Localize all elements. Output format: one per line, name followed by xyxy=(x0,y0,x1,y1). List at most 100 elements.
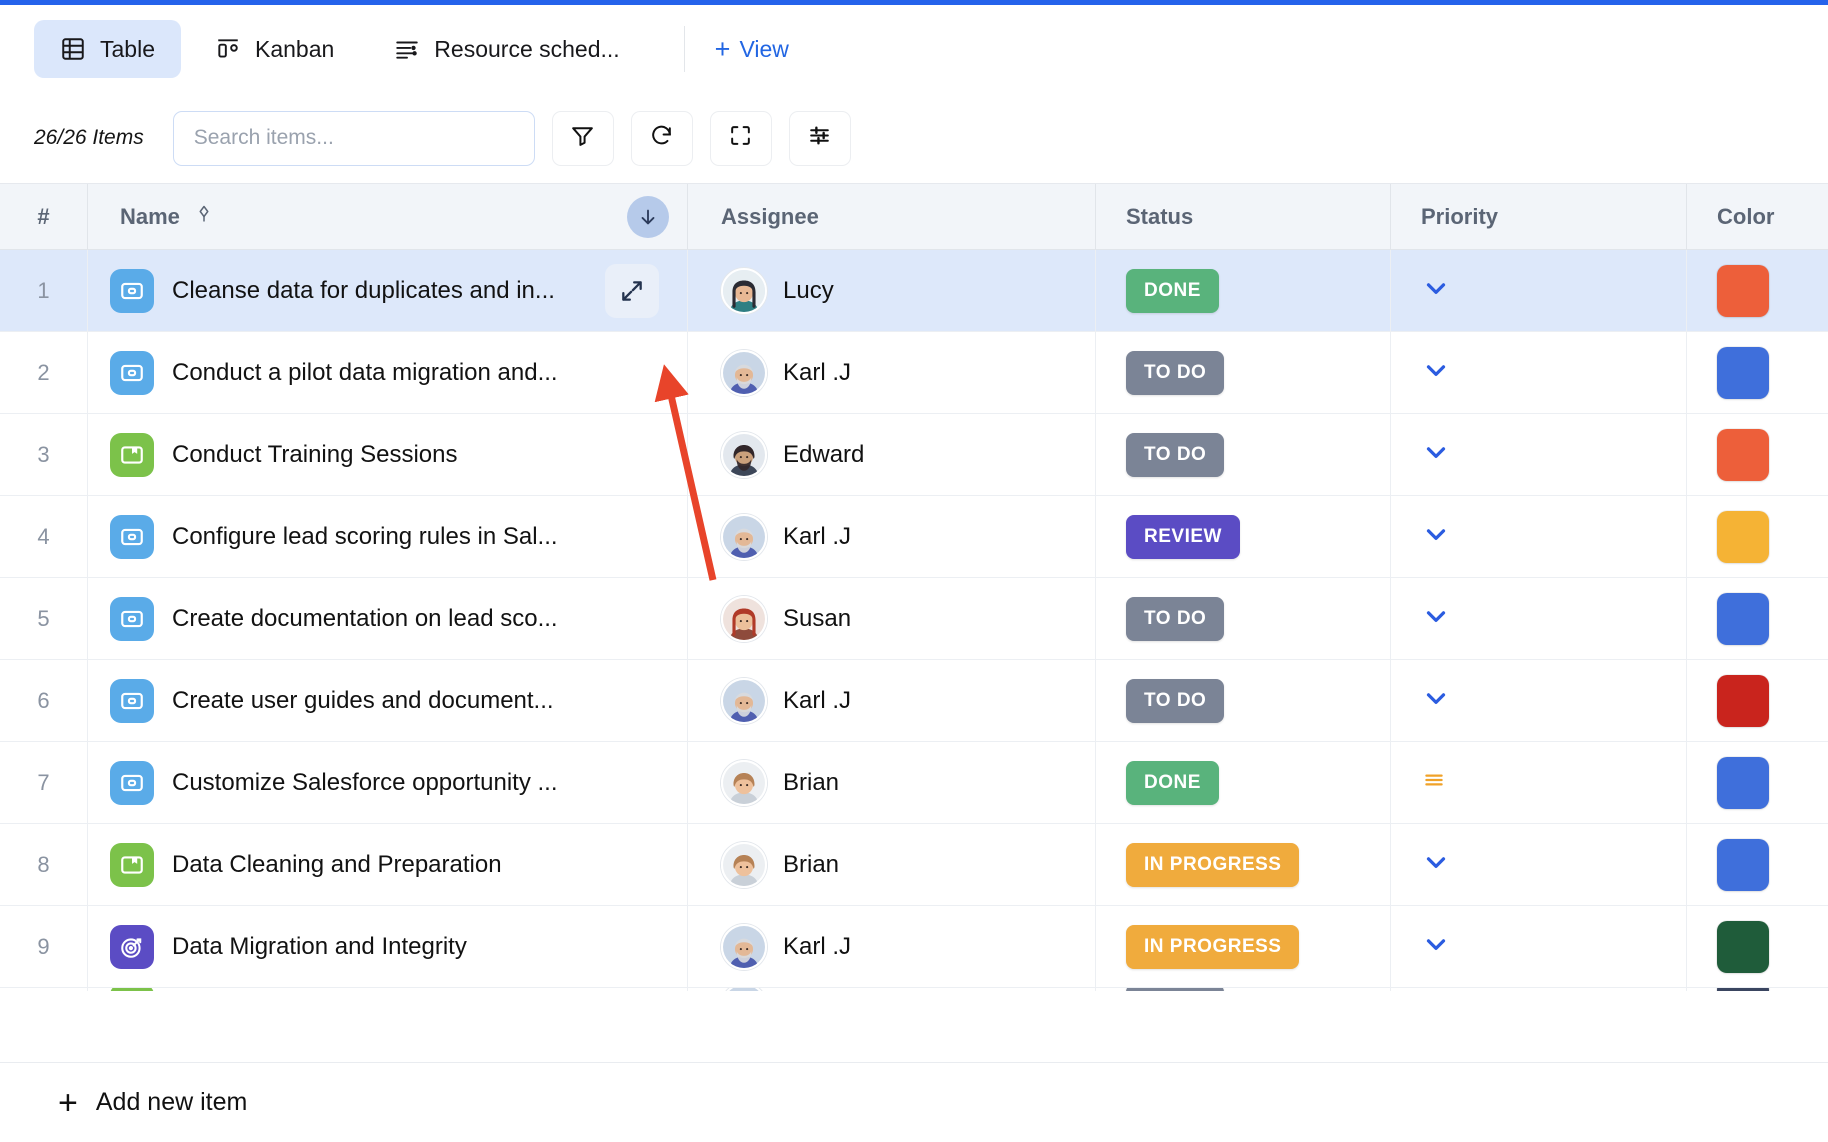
row-name-cell[interactable]: Conduct a pilot data migration and... xyxy=(88,332,688,413)
status-badge[interactable]: TO DO xyxy=(1126,679,1224,723)
tab-kanban[interactable]: Kanban xyxy=(189,20,360,78)
row-color-cell[interactable] xyxy=(1687,250,1828,331)
color-swatch[interactable] xyxy=(1717,988,1769,991)
priority-medium-icon[interactable] xyxy=(1421,767,1447,798)
column-header-number[interactable]: # xyxy=(0,184,88,249)
color-swatch[interactable] xyxy=(1717,511,1769,563)
row-priority-cell[interactable] xyxy=(1391,496,1687,577)
column-header-priority[interactable]: Priority xyxy=(1391,184,1687,249)
column-header-name[interactable]: Name xyxy=(88,184,688,249)
priority-low-icon[interactable] xyxy=(1421,601,1451,636)
row-assignee-cell[interactable]: Karl .J xyxy=(688,332,1096,413)
row-name-cell[interactable]: Data Cleaning and Preparation xyxy=(88,824,688,905)
table-row[interactable]: 3 Conduct Training Sessions Edward TO DO xyxy=(0,414,1828,496)
table-row[interactable]: 6 Create user guides and document... Kar… xyxy=(0,660,1828,742)
row-priority-cell[interactable] xyxy=(1391,660,1687,741)
priority-low-icon[interactable] xyxy=(1421,683,1451,718)
table-row[interactable]: 1 Cleanse data for duplicates and in... … xyxy=(0,250,1828,332)
status-badge[interactable]: IN PROGRESS xyxy=(1126,925,1299,969)
row-status-cell[interactable]: TO DO xyxy=(1096,414,1391,495)
row-status-cell[interactable]: IN PROGRESS xyxy=(1096,824,1391,905)
row-priority-cell[interactable] xyxy=(1391,988,1687,991)
row-status-cell[interactable]: TO DO xyxy=(1096,332,1391,413)
row-color-cell[interactable] xyxy=(1687,988,1828,991)
table-scroll-area[interactable]: # Name Assignee Status xyxy=(0,183,1828,991)
row-name-cell[interactable]: Customize Salesforce opportunity ... xyxy=(88,742,688,823)
color-swatch[interactable] xyxy=(1717,921,1769,973)
table-row[interactable]: 10 TO DO xyxy=(0,988,1828,991)
row-name-cell[interactable]: Conduct Training Sessions xyxy=(88,414,688,495)
row-assignee-cell[interactable]: Brian xyxy=(688,742,1096,823)
row-assignee-cell[interactable]: Karl .J xyxy=(688,660,1096,741)
priority-low-icon[interactable] xyxy=(1421,437,1451,472)
color-swatch[interactable] xyxy=(1717,675,1769,727)
status-badge[interactable]: DONE xyxy=(1126,269,1219,313)
row-status-cell[interactable]: TO DO xyxy=(1096,988,1391,991)
column-header-assignee[interactable]: Assignee xyxy=(688,184,1096,249)
table-row[interactable]: 8 Data Cleaning and Preparation Brian IN… xyxy=(0,824,1828,906)
row-color-cell[interactable] xyxy=(1687,660,1828,741)
row-priority-cell[interactable] xyxy=(1391,906,1687,987)
add-view-button[interactable]: + View xyxy=(715,36,789,63)
priority-low-icon[interactable] xyxy=(1421,355,1451,390)
row-name-cell[interactable]: Data Migration and Integrity xyxy=(88,906,688,987)
color-swatch[interactable] xyxy=(1717,757,1769,809)
add-new-item-button[interactable]: + Add new item xyxy=(0,1062,1828,1142)
row-priority-cell[interactable] xyxy=(1391,332,1687,413)
row-assignee-cell[interactable]: Brian xyxy=(688,824,1096,905)
status-badge[interactable]: TO DO xyxy=(1126,433,1224,477)
status-badge[interactable]: TO DO xyxy=(1126,351,1224,395)
refresh-button[interactable] xyxy=(631,111,693,166)
row-color-cell[interactable] xyxy=(1687,824,1828,905)
column-header-status[interactable]: Status xyxy=(1096,184,1391,249)
color-swatch[interactable] xyxy=(1717,265,1769,317)
status-badge[interactable]: TO DO xyxy=(1126,988,1224,991)
row-priority-cell[interactable] xyxy=(1391,250,1687,331)
pin-icon[interactable] xyxy=(194,204,214,230)
row-assignee-cell[interactable]: Lucy xyxy=(688,250,1096,331)
row-color-cell[interactable] xyxy=(1687,332,1828,413)
row-priority-cell[interactable] xyxy=(1391,414,1687,495)
row-assignee-cell[interactable]: Karl .J xyxy=(688,906,1096,987)
priority-low-icon[interactable] xyxy=(1421,847,1451,882)
row-name-cell[interactable]: Create documentation on lead sco... xyxy=(88,578,688,659)
status-badge[interactable]: IN PROGRESS xyxy=(1126,843,1299,887)
row-priority-cell[interactable] xyxy=(1391,742,1687,823)
tab-resource-schedule[interactable]: Resource sched... xyxy=(368,20,645,78)
search-input[interactable] xyxy=(194,126,514,150)
status-badge[interactable]: TO DO xyxy=(1126,597,1224,641)
row-priority-cell[interactable] xyxy=(1391,824,1687,905)
row-assignee-cell[interactable] xyxy=(688,988,1096,991)
settings-button[interactable] xyxy=(789,111,851,166)
row-color-cell[interactable] xyxy=(1687,414,1828,495)
status-badge[interactable]: REVIEW xyxy=(1126,515,1240,559)
row-status-cell[interactable]: IN PROGRESS xyxy=(1096,906,1391,987)
color-swatch[interactable] xyxy=(1717,347,1769,399)
row-status-cell[interactable]: REVIEW xyxy=(1096,496,1391,577)
priority-low-icon[interactable] xyxy=(1421,989,1451,992)
priority-low-icon[interactable] xyxy=(1421,519,1451,554)
filter-button[interactable] xyxy=(552,111,614,166)
table-row[interactable]: 7 Customize Salesforce opportunity ... B… xyxy=(0,742,1828,824)
row-name-cell[interactable]: Cleanse data for duplicates and in... xyxy=(88,250,688,331)
table-row[interactable]: 2 Conduct a pilot data migration and... … xyxy=(0,332,1828,414)
row-color-cell[interactable] xyxy=(1687,496,1828,577)
row-name-cell[interactable]: Configure lead scoring rules in Sal... xyxy=(88,496,688,577)
table-row[interactable]: 5 Create documentation on lead sco... Su… xyxy=(0,578,1828,660)
tab-table[interactable]: Table xyxy=(34,20,181,78)
color-swatch[interactable] xyxy=(1717,429,1769,481)
color-swatch[interactable] xyxy=(1717,593,1769,645)
search-box[interactable] xyxy=(173,111,535,166)
table-row[interactable]: 9 Data Migration and Integrity Karl .J I… xyxy=(0,906,1828,988)
row-color-cell[interactable] xyxy=(1687,742,1828,823)
row-status-cell[interactable]: TO DO xyxy=(1096,660,1391,741)
row-status-cell[interactable]: TO DO xyxy=(1096,578,1391,659)
row-status-cell[interactable]: DONE xyxy=(1096,742,1391,823)
status-badge[interactable]: DONE xyxy=(1126,761,1219,805)
color-swatch[interactable] xyxy=(1717,839,1769,891)
fullscreen-button[interactable] xyxy=(710,111,772,166)
row-name-cell[interactable] xyxy=(88,988,688,991)
column-header-color[interactable]: Color xyxy=(1687,184,1828,249)
row-color-cell[interactable] xyxy=(1687,906,1828,987)
row-status-cell[interactable]: DONE xyxy=(1096,250,1391,331)
